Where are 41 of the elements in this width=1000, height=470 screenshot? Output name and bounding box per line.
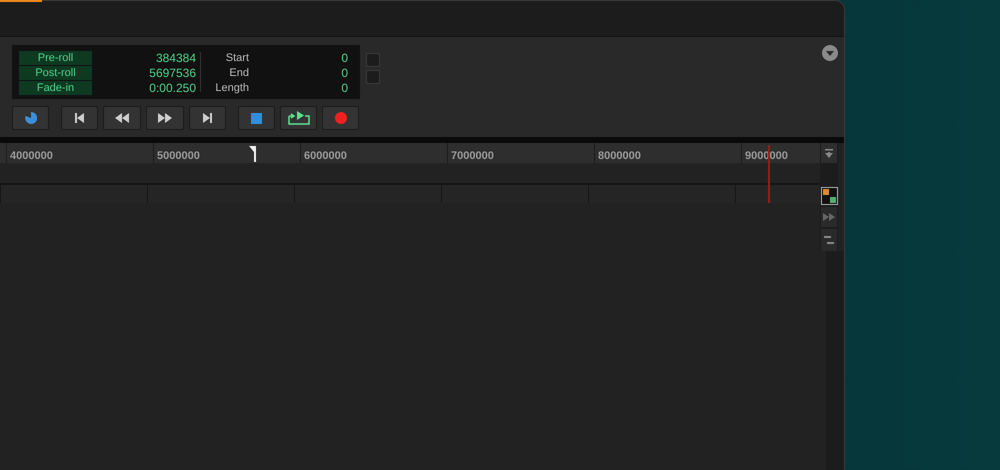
range-value: 0 (340, 66, 348, 80)
parameter-label: Post-roll (19, 66, 92, 80)
ruler-label: 8000000 (598, 150, 641, 162)
pie-icon (24, 112, 36, 124)
arrow-down-icon (825, 148, 833, 158)
sort-icon (822, 189, 836, 203)
range-value: 0 (340, 51, 348, 65)
skip-start-button[interactable] (61, 106, 98, 130)
ruler-label: 6000000 (304, 150, 347, 162)
skip-end-icon (203, 113, 212, 123)
record-button[interactable] (322, 106, 359, 130)
range-label: End (228, 66, 249, 80)
skip-start-icon (75, 113, 84, 123)
parameter-value: 0:00.250 (148, 81, 196, 95)
loop-play-button[interactable] (280, 106, 317, 130)
ruler-label: 5000000 (157, 150, 200, 162)
loop-play-icon (286, 110, 312, 126)
record-icon (334, 112, 346, 124)
range-label: Start (224, 51, 249, 65)
range-value: 0 (340, 81, 348, 95)
toggle-square[interactable] (366, 70, 380, 84)
rewind-icon (115, 113, 129, 123)
parameter-value: 5697536 (148, 66, 196, 80)
parameter-label: Fade-in (19, 81, 92, 95)
toggle-square[interactable] (366, 53, 380, 67)
stop-button[interactable] (238, 106, 275, 130)
ruler-label: 7000000 (451, 150, 494, 162)
fast-forward-icon (158, 113, 172, 123)
sort-button[interactable] (820, 187, 838, 205)
fast-forward-icon (823, 213, 835, 221)
range-label: Length (214, 81, 249, 95)
dropdown-icon[interactable] (822, 45, 838, 61)
parameter-label: Pre-roll (19, 51, 92, 65)
ruler-marker-icon (249, 146, 257, 162)
collapse-button[interactable] (821, 143, 837, 163)
rewind-button[interactable] (103, 106, 141, 130)
fast-forward-button[interactable] (146, 106, 184, 130)
stop-icon (251, 112, 262, 124)
skip-end-button[interactable] (189, 106, 226, 130)
ruler-label: 4000000 (10, 150, 53, 162)
parameter-value: 384384 (154, 51, 196, 65)
